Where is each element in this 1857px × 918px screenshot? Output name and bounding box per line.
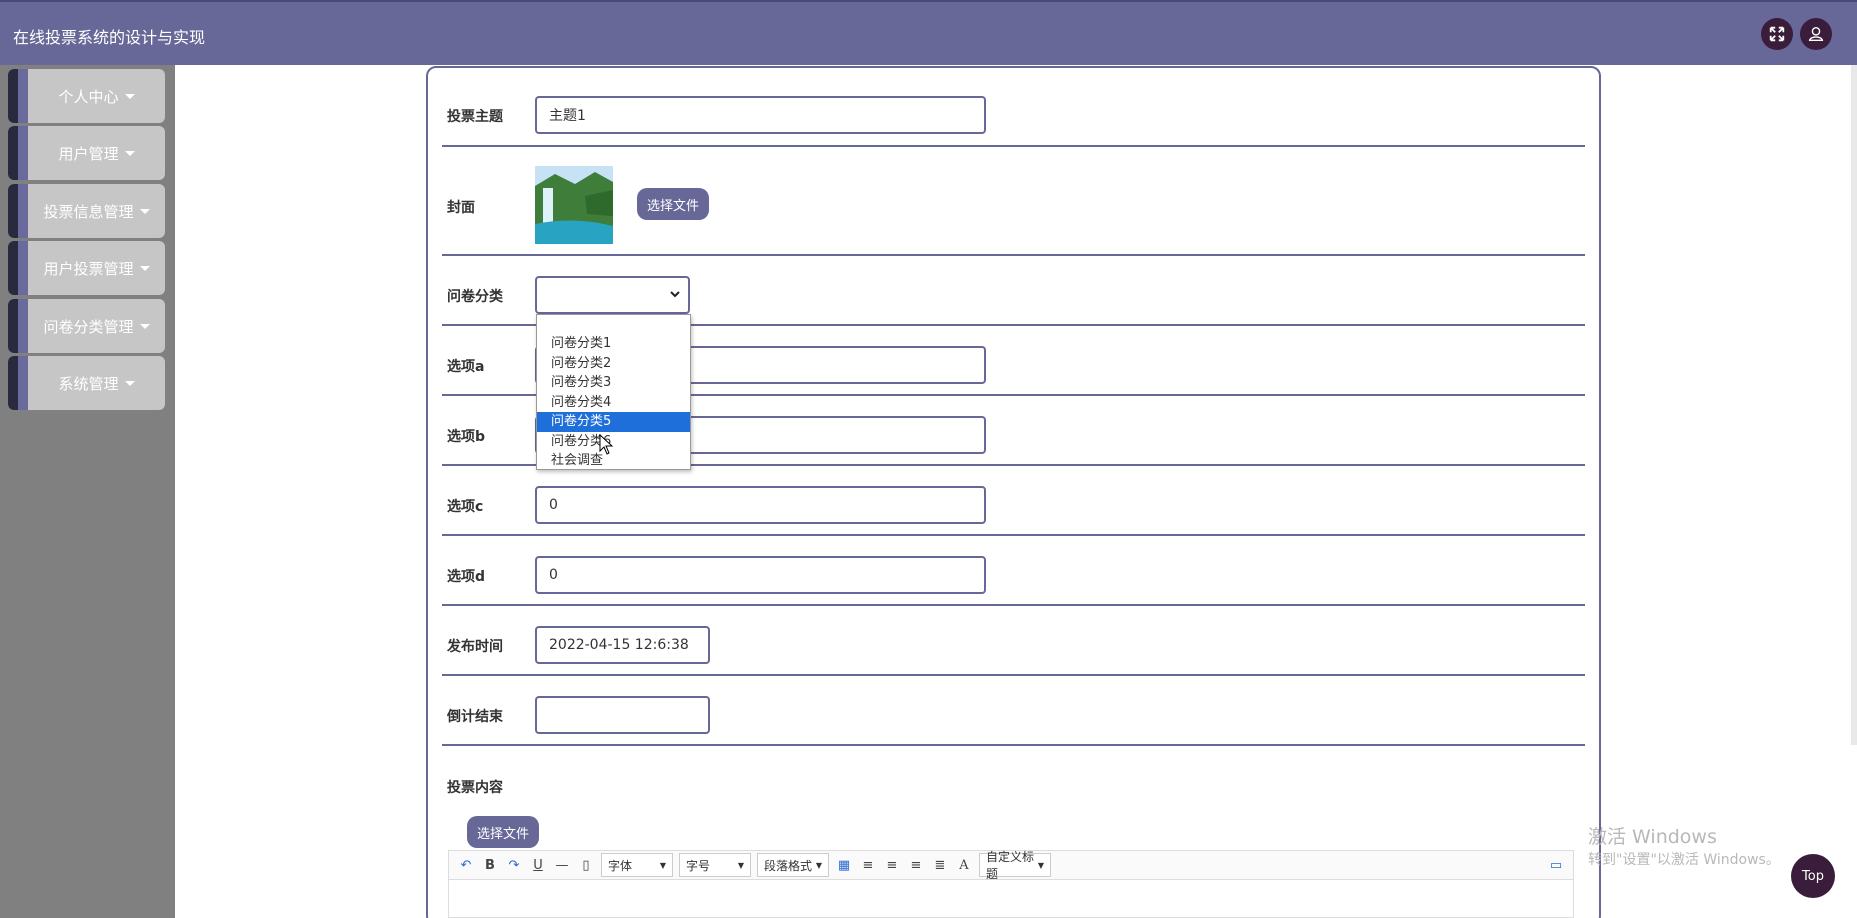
paragraph-format-label: 段落格式 (764, 858, 813, 873)
publish-time-input[interactable]: 2022-04-15 12:6:38 (535, 626, 710, 664)
sidebar-item-label: 用户投票管理 (43, 259, 134, 278)
caret-down-icon (124, 150, 135, 156)
caret-down-icon (124, 93, 135, 99)
fullscreen-button[interactable] (1761, 18, 1793, 50)
cover-image (535, 166, 613, 244)
expand-icon (1769, 26, 1785, 42)
custom-heading-label: 自定义标题 (986, 850, 1035, 881)
sidebar-item-label: 用户管理 (58, 144, 119, 163)
page-icon[interactable]: ▯ (577, 858, 595, 873)
chevron-down-icon (670, 291, 680, 298)
font-family-select[interactable]: 字体 ▼ (601, 853, 673, 877)
option-c-label: 选项c (447, 499, 484, 515)
form-row-option-d: 选项d 0 (442, 536, 1585, 606)
sidebar-item-system-management[interactable]: 系统管理 (8, 356, 165, 410)
user-button[interactable] (1800, 18, 1832, 50)
option-c-input[interactable]: 0 (535, 486, 986, 524)
sidebar-item-label: 系统管理 (58, 374, 119, 393)
category-option[interactable]: 问卷分类1 (537, 334, 690, 354)
sidebar-item-vote-info-management[interactable]: 投票信息管理 (8, 184, 165, 238)
user-icon (1808, 26, 1824, 42)
align-justify-icon[interactable]: ≣ (931, 858, 949, 873)
sidebar-item-label: 问卷分类管理 (43, 317, 134, 336)
form-row-option-c: 选项c 0 (442, 466, 1585, 536)
caret-down-icon: ▼ (737, 860, 744, 870)
align-right-icon[interactable]: ≡ (883, 858, 901, 873)
table-icon[interactable]: ▦ (835, 858, 853, 873)
category-option[interactable] (537, 315, 690, 334)
option-d-label: 选项d (447, 569, 486, 585)
underline-button[interactable]: U (529, 858, 547, 873)
form-row-topic: 投票主题 主题1 (442, 76, 1585, 147)
app-title: 在线投票系统的设计与实现 (13, 28, 206, 47)
option-a-label: 选项a (447, 359, 485, 375)
option-b-label: 选项b (447, 429, 486, 445)
cover-label: 封面 (447, 200, 475, 216)
font-size-label: 字号 (686, 858, 711, 873)
category-option[interactable]: 问卷分类2 (537, 354, 690, 374)
font-size-select[interactable]: 字号 ▼ (679, 853, 751, 877)
category-label: 问卷分类 (447, 289, 503, 305)
font-family-label: 字体 (608, 858, 633, 873)
redo-icon[interactable]: ↷ (505, 858, 523, 873)
caret-down-icon (139, 323, 150, 329)
back-to-top-button[interactable]: Top (1791, 854, 1835, 898)
content-label: 投票内容 (447, 780, 503, 796)
topic-label: 投票主题 (447, 109, 503, 125)
mouse-pointer-icon (599, 434, 614, 455)
editor-content-area[interactable] (448, 880, 1574, 918)
category-option[interactable]: 问卷分类4 (537, 393, 690, 413)
sidebar-item-category-management[interactable]: 问卷分类管理 (8, 299, 165, 353)
cover-choose-file-button[interactable]: 选择文件 (637, 188, 710, 220)
preview-icon[interactable]: ▭ (1547, 858, 1565, 873)
bold-button[interactable]: B (481, 858, 499, 873)
option-d-input[interactable]: 0 (535, 556, 986, 594)
category-select[interactable] (535, 276, 690, 314)
content-choose-file-button[interactable]: 选择文件 (467, 816, 540, 848)
editor-toolbar: ↶ B ↷ U — ▯ 字体 ▼ 字号 ▼ 段落格式 ▼ ▦ ≡ ≡ ≡ ≣ A 自定… (448, 850, 1574, 881)
category-option[interactable]: 问卷分类3 (537, 373, 690, 393)
horizontal-rule-icon[interactable]: — (553, 858, 571, 873)
sidebar-item-label: 个人中心 (58, 87, 119, 106)
caret-down-icon: ▼ (659, 860, 666, 870)
sidebar-item-personal-center[interactable]: 个人中心 (8, 69, 165, 123)
sidebar-item-user-management[interactable]: 用户管理 (8, 126, 165, 180)
form-row-publish-time: 发布时间 2022-04-15 12:6:38 (442, 606, 1585, 676)
align-center-icon[interactable]: ≡ (907, 858, 925, 873)
topic-input[interactable]: 主题1 (535, 96, 986, 134)
sidebar-item-user-vote-management[interactable]: 用户投票管理 (8, 241, 165, 295)
countdown-input[interactable] (535, 696, 710, 734)
publish-time-label: 发布时间 (447, 639, 503, 655)
windows-activation-watermark: 激活 Windows (1588, 826, 1717, 848)
caret-down-icon: ▼ (1037, 860, 1044, 870)
custom-heading-select[interactable]: 自定义标题 ▼ (979, 850, 1051, 881)
font-color-button[interactable]: A (955, 858, 973, 873)
windows-activation-hint: 转到"设置"以激活 Windows。 (1588, 852, 1780, 868)
caret-down-icon (124, 380, 135, 386)
app-header: 在线投票系统的设计与实现 (0, 0, 1857, 65)
page-scrollbar[interactable] (1851, 65, 1857, 745)
form-row-cover: 封面 选择文件 (442, 147, 1585, 256)
caret-down-icon: ▼ (815, 860, 822, 870)
caret-down-icon (139, 265, 150, 271)
form-row-countdown: 倒计结束 (442, 676, 1585, 746)
undo-icon[interactable]: ↶ (457, 858, 475, 873)
countdown-label: 倒计结束 (447, 709, 503, 725)
sidebar: 个人中心 用户管理 投票信息管理 用户投票管理 问卷分类管理 系统管理 (0, 65, 175, 918)
paragraph-format-select[interactable]: 段落格式 ▼ (757, 853, 829, 877)
sidebar-item-label: 投票信息管理 (43, 202, 134, 221)
category-option-highlighted[interactable]: 问卷分类5 (537, 412, 690, 432)
caret-down-icon (139, 208, 150, 214)
align-left-icon[interactable]: ≡ (859, 858, 877, 873)
